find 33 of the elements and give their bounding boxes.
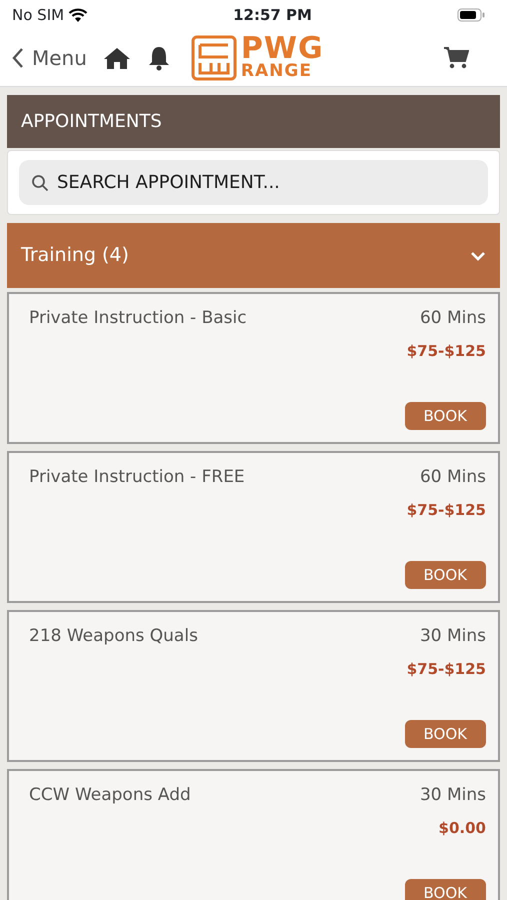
wifi-icon	[68, 8, 88, 22]
back-button[interactable]: Menu	[12, 43, 87, 73]
book-button[interactable]: BOOK	[404, 560, 486, 589]
appointment-name: 218 Weapons Quals	[29, 625, 198, 648]
appointment-name: CCW Weapons Add	[29, 784, 191, 807]
price-label: $0.00	[438, 818, 486, 838]
book-button[interactable]: BOOK	[404, 878, 486, 900]
battery-icon	[456, 8, 485, 22]
logo-text: PWG	[240, 36, 324, 62]
appointment-name: Private Instruction - FREE	[29, 466, 245, 489]
duration-label: 60 Mins	[420, 307, 486, 330]
appointment-name: Private Instruction - Basic	[29, 307, 247, 330]
cart-icon[interactable]	[443, 46, 469, 70]
duration-label: 30 Mins	[420, 625, 486, 648]
logo-emblem-icon	[190, 35, 237, 81]
search-icon	[31, 174, 49, 192]
carrier-label: No SIM	[12, 4, 64, 26]
price-label: $75-$125	[406, 340, 486, 362]
logo-text: RANGE	[240, 62, 313, 80]
search-field[interactable]: SEARCH APPOINTMENT...	[19, 160, 488, 205]
price-label: $75-$125	[406, 500, 486, 520]
book-button[interactable]: BOOK	[404, 402, 486, 430]
chevron-down-icon	[470, 250, 486, 260]
section-header: APPOINTMENTS	[7, 95, 500, 148]
clock-time: 12:57 PM	[233, 4, 312, 26]
duration-label: 30 Mins	[420, 784, 486, 807]
duration-label: 60 Mins	[420, 466, 486, 489]
chevron-left-icon	[12, 47, 24, 69]
bell-icon[interactable]	[146, 45, 171, 71]
price-label: $75-$125	[406, 658, 486, 680]
book-button[interactable]: BOOK	[404, 720, 486, 748]
category-header[interactable]: Training (4)	[7, 223, 500, 288]
home-icon[interactable]	[102, 46, 131, 70]
